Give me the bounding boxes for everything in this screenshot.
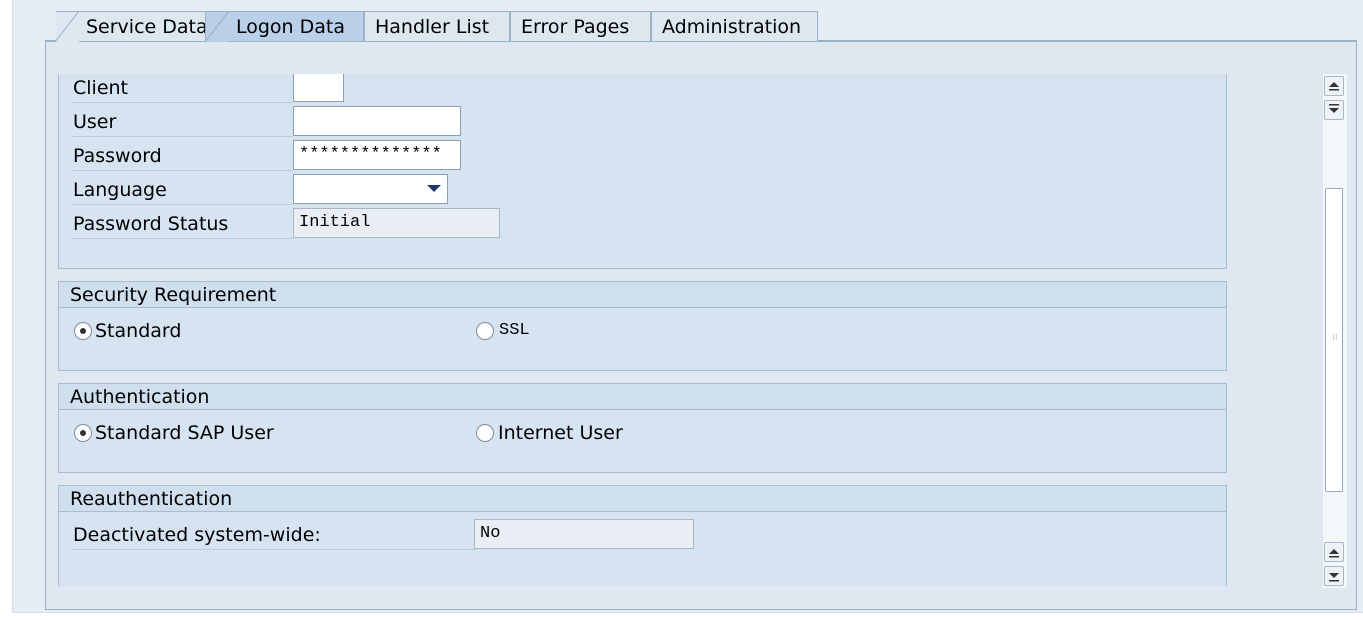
radio-internet-user[interactable] xyxy=(476,424,494,442)
radio-standard-sap-user-label: Standard SAP User xyxy=(95,422,274,444)
tab-corner xyxy=(205,11,229,42)
tab-label: Administration xyxy=(662,16,802,38)
tab-label: Handler List xyxy=(375,16,490,38)
radio-ssl[interactable] xyxy=(476,322,494,340)
tab-service-data[interactable]: Service Data xyxy=(55,11,215,42)
client-field[interactable] xyxy=(293,74,344,102)
radio-standard-sap-user[interactable] xyxy=(74,424,92,442)
tab-handler-list[interactable]: Handler List xyxy=(364,11,510,41)
password-field[interactable]: ************** xyxy=(293,140,461,170)
security-requirement-group: Security Requirement Standard SSL xyxy=(58,281,1227,371)
authentication-title: Authentication xyxy=(59,384,1226,410)
row-divider xyxy=(71,136,293,137)
client-label: Client xyxy=(73,77,129,99)
language-label: Language xyxy=(73,179,167,201)
tab-label: Logon Data xyxy=(236,16,346,38)
row-divider xyxy=(71,238,293,239)
scroll-bottom-button[interactable] xyxy=(1324,566,1344,586)
user-label: User xyxy=(73,111,117,133)
password-label: Password xyxy=(73,145,162,167)
scroll-up-button[interactable] xyxy=(1324,100,1344,120)
radio-standard-label: Standard xyxy=(95,320,182,342)
tab-label: Service Data xyxy=(86,16,208,38)
tab-error-pages[interactable]: Error Pages xyxy=(510,11,651,41)
tab-administration[interactable]: Administration xyxy=(651,11,818,41)
reauthentication-group: Reauthentication Deactivated system-wide… xyxy=(58,485,1227,586)
triangle-up-icon xyxy=(1329,82,1339,91)
radio-ssl-label: SSL xyxy=(499,321,530,340)
triangle-down-icon xyxy=(1329,573,1339,582)
tab-label: Error Pages xyxy=(521,16,630,38)
tab-corner xyxy=(55,11,79,42)
scroll-top-button[interactable] xyxy=(1324,76,1344,96)
triangle-down-icon xyxy=(1329,104,1339,113)
deactivated-label: Deactivated system-wide: xyxy=(73,524,321,546)
scroll-content: Client User Password ************** Lang… xyxy=(55,74,1323,586)
grip-icon: ⁞⁞ xyxy=(1332,333,1338,343)
password-status-field: Initial xyxy=(293,208,500,238)
vertical-scrollbar[interactable]: ⁞⁞ xyxy=(1323,74,1347,588)
radio-dot xyxy=(80,328,86,334)
password-status-label: Password Status xyxy=(73,213,229,235)
logon-fields-group: Client User Password ************** Lang… xyxy=(58,74,1227,269)
deactivated-field: No xyxy=(474,519,694,549)
scroll-down-button[interactable] xyxy=(1324,542,1344,562)
scroll-thumb[interactable]: ⁞⁞ xyxy=(1325,188,1343,492)
row-divider xyxy=(71,170,293,171)
radio-dot xyxy=(80,430,86,436)
authentication-group: Authentication Standard SAP User Interne… xyxy=(58,383,1227,473)
tab-logon-data[interactable]: Logon Data xyxy=(205,11,364,42)
radio-internet-user-label: Internet User xyxy=(498,422,623,444)
user-field[interactable] xyxy=(293,106,461,136)
reauthentication-title: Reauthentication xyxy=(59,486,1226,512)
radio-standard[interactable] xyxy=(74,322,92,340)
language-dropdown[interactable] xyxy=(293,174,448,204)
row-divider xyxy=(71,549,476,550)
triangle-up-icon xyxy=(1329,549,1339,558)
row-divider xyxy=(71,204,293,205)
row-divider xyxy=(71,102,293,103)
chevron-down-icon xyxy=(427,185,441,192)
security-requirement-title: Security Requirement xyxy=(59,282,1226,308)
